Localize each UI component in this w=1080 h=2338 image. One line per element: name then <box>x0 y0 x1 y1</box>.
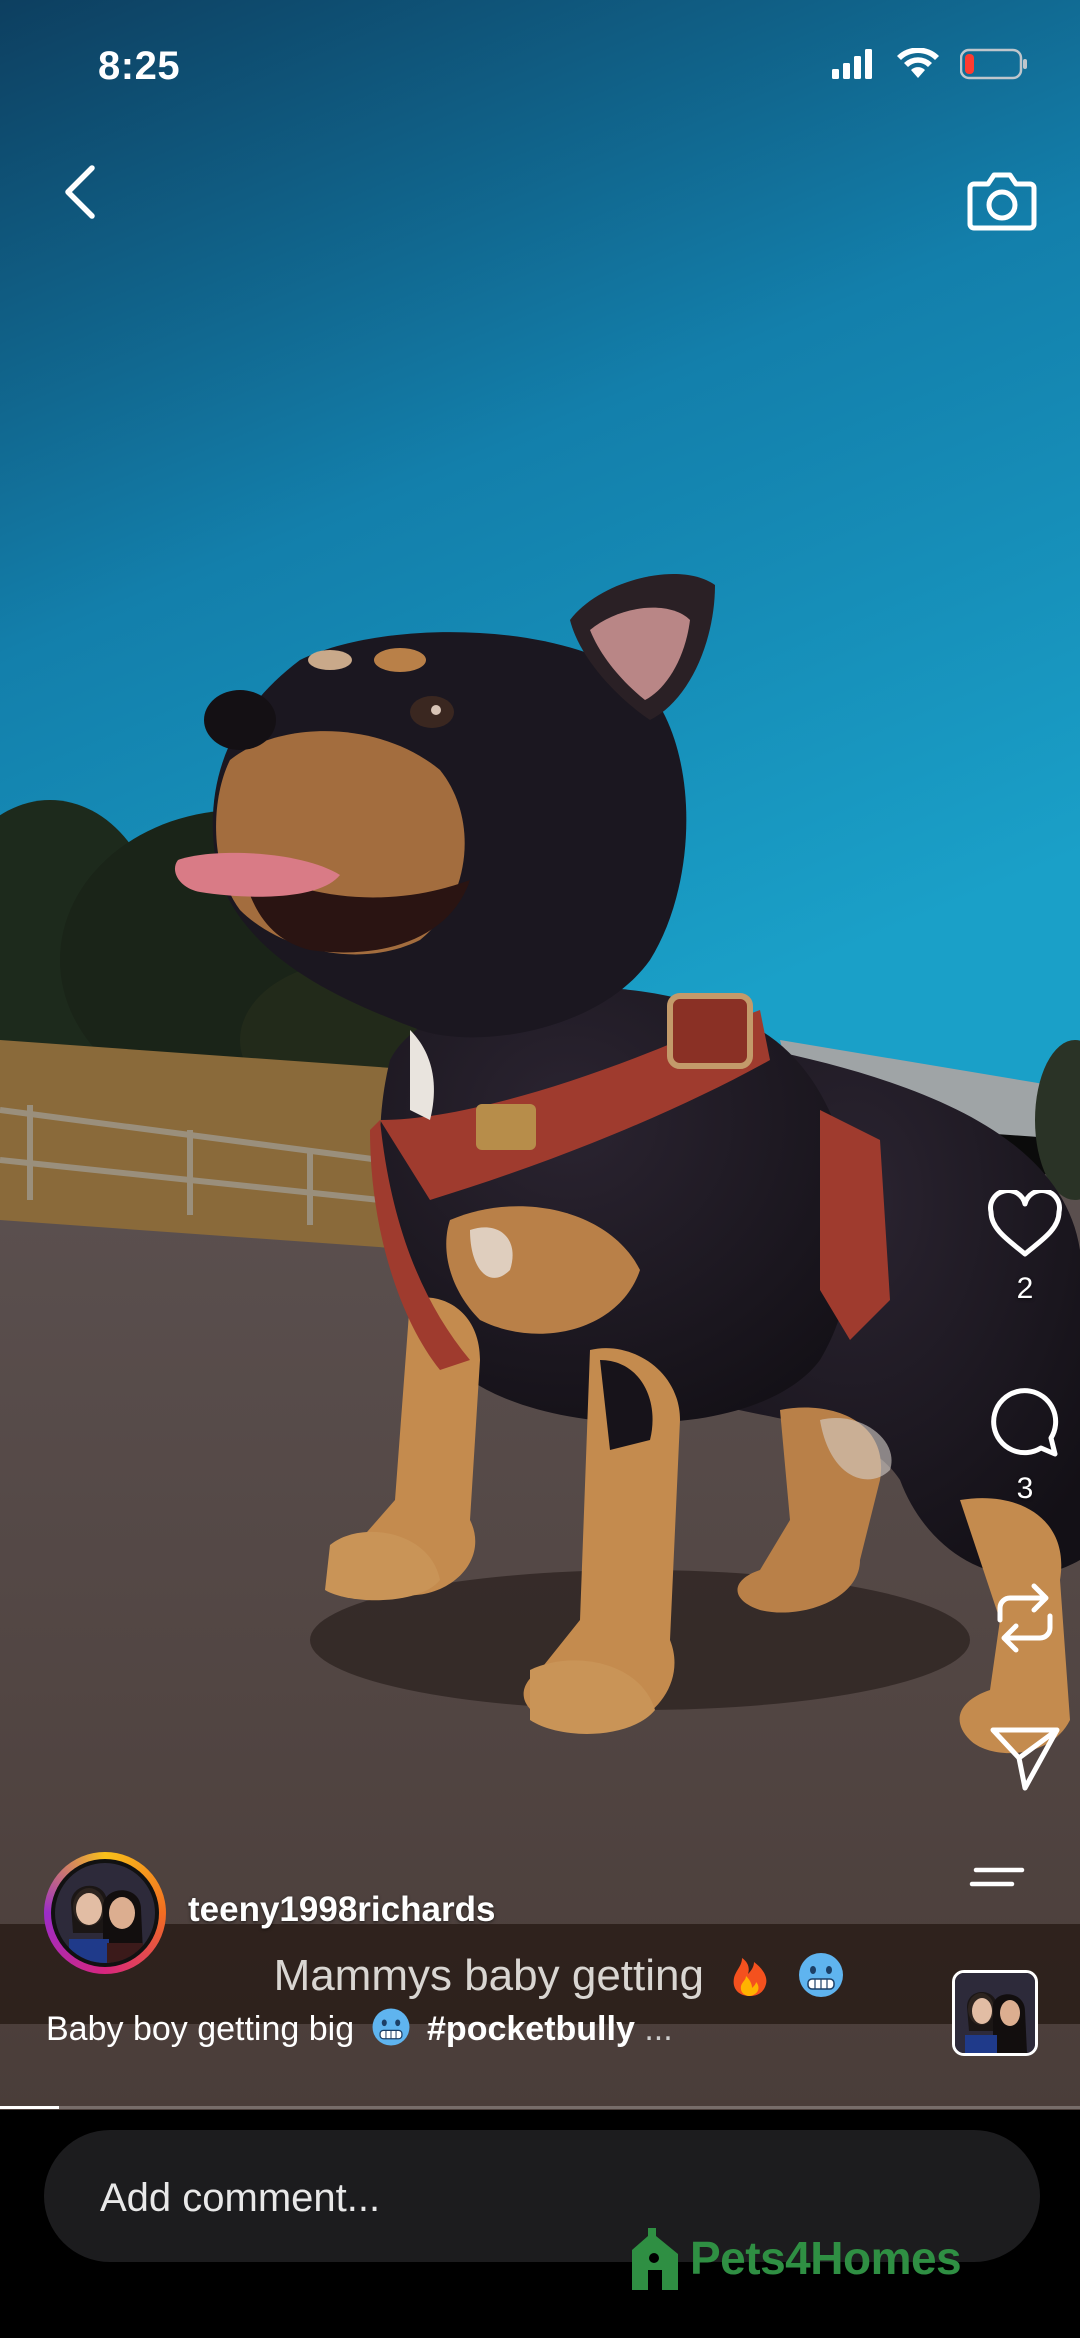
status-icons <box>832 48 1028 80</box>
pets4homes-logo-icon <box>632 2228 678 2290</box>
author-username[interactable]: teeny1998richards <box>188 1890 495 1930</box>
cold-face-emoji-icon <box>799 1953 844 1997</box>
back-arrow-icon <box>65 165 95 219</box>
comment-bubble-icon <box>991 1388 1059 1457</box>
video-progress-bar[interactable] <box>0 2106 1080 2109</box>
back-button[interactable] <box>52 160 116 224</box>
wifi-icon <box>897 48 939 78</box>
status-bar: 8:25 <box>0 0 1080 140</box>
avatar-photo <box>55 1863 155 1963</box>
caption-hashtag[interactable]: #pocketbully <box>427 2010 635 2048</box>
caption-more[interactable]: ... <box>644 2010 672 2048</box>
more-options-button[interactable] <box>968 1864 1028 1904</box>
pets4homes-watermark: Pets4Homes <box>626 2224 962 2292</box>
repost-icon <box>997 1583 1053 1653</box>
video-progress-fill <box>0 2106 60 2109</box>
comment-placeholder: Add comment... <box>100 2176 381 2220</box>
status-time: 8:25 <box>98 44 181 88</box>
author-avatar[interactable] <box>44 1852 166 1974</box>
share-button[interactable] <box>970 1722 1080 1794</box>
cellular-signal-icon <box>832 49 872 79</box>
cold-face-emoji-icon <box>372 2008 410 2046</box>
repost-button[interactable] <box>970 1580 1080 1656</box>
comment-button[interactable]: 3 <box>970 1386 1080 1506</box>
like-button[interactable]: 2 <box>970 1190 1080 1306</box>
comment-count: 3 <box>1016 1472 1034 1505</box>
heart-icon <box>988 1190 1062 1257</box>
caption-text: Baby boy getting big <box>46 2010 355 2048</box>
camera-button[interactable] <box>964 162 1040 238</box>
camera-icon <box>967 172 1037 231</box>
audio-thumbnail[interactable] <box>952 1970 1038 2056</box>
video-text-overlay: Mammys baby getting <box>0 1950 1080 2001</box>
battery-icon <box>960 48 1027 80</box>
avatar-ring-inner <box>51 1859 159 1967</box>
like-count: 2 <box>1016 1272 1034 1305</box>
menu-lines-icon <box>969 1867 1025 1887</box>
watermark-text: Pets4Homes <box>690 2232 962 2284</box>
overlay-text: Mammys baby getting <box>273 1951 704 2000</box>
reel-video-frame[interactable] <box>0 0 1080 2110</box>
post-caption[interactable]: Baby boy getting big #pocketbully ... <box>46 2006 673 2049</box>
send-icon <box>990 1727 1060 1791</box>
fire-emoji-icon <box>733 1958 767 1996</box>
